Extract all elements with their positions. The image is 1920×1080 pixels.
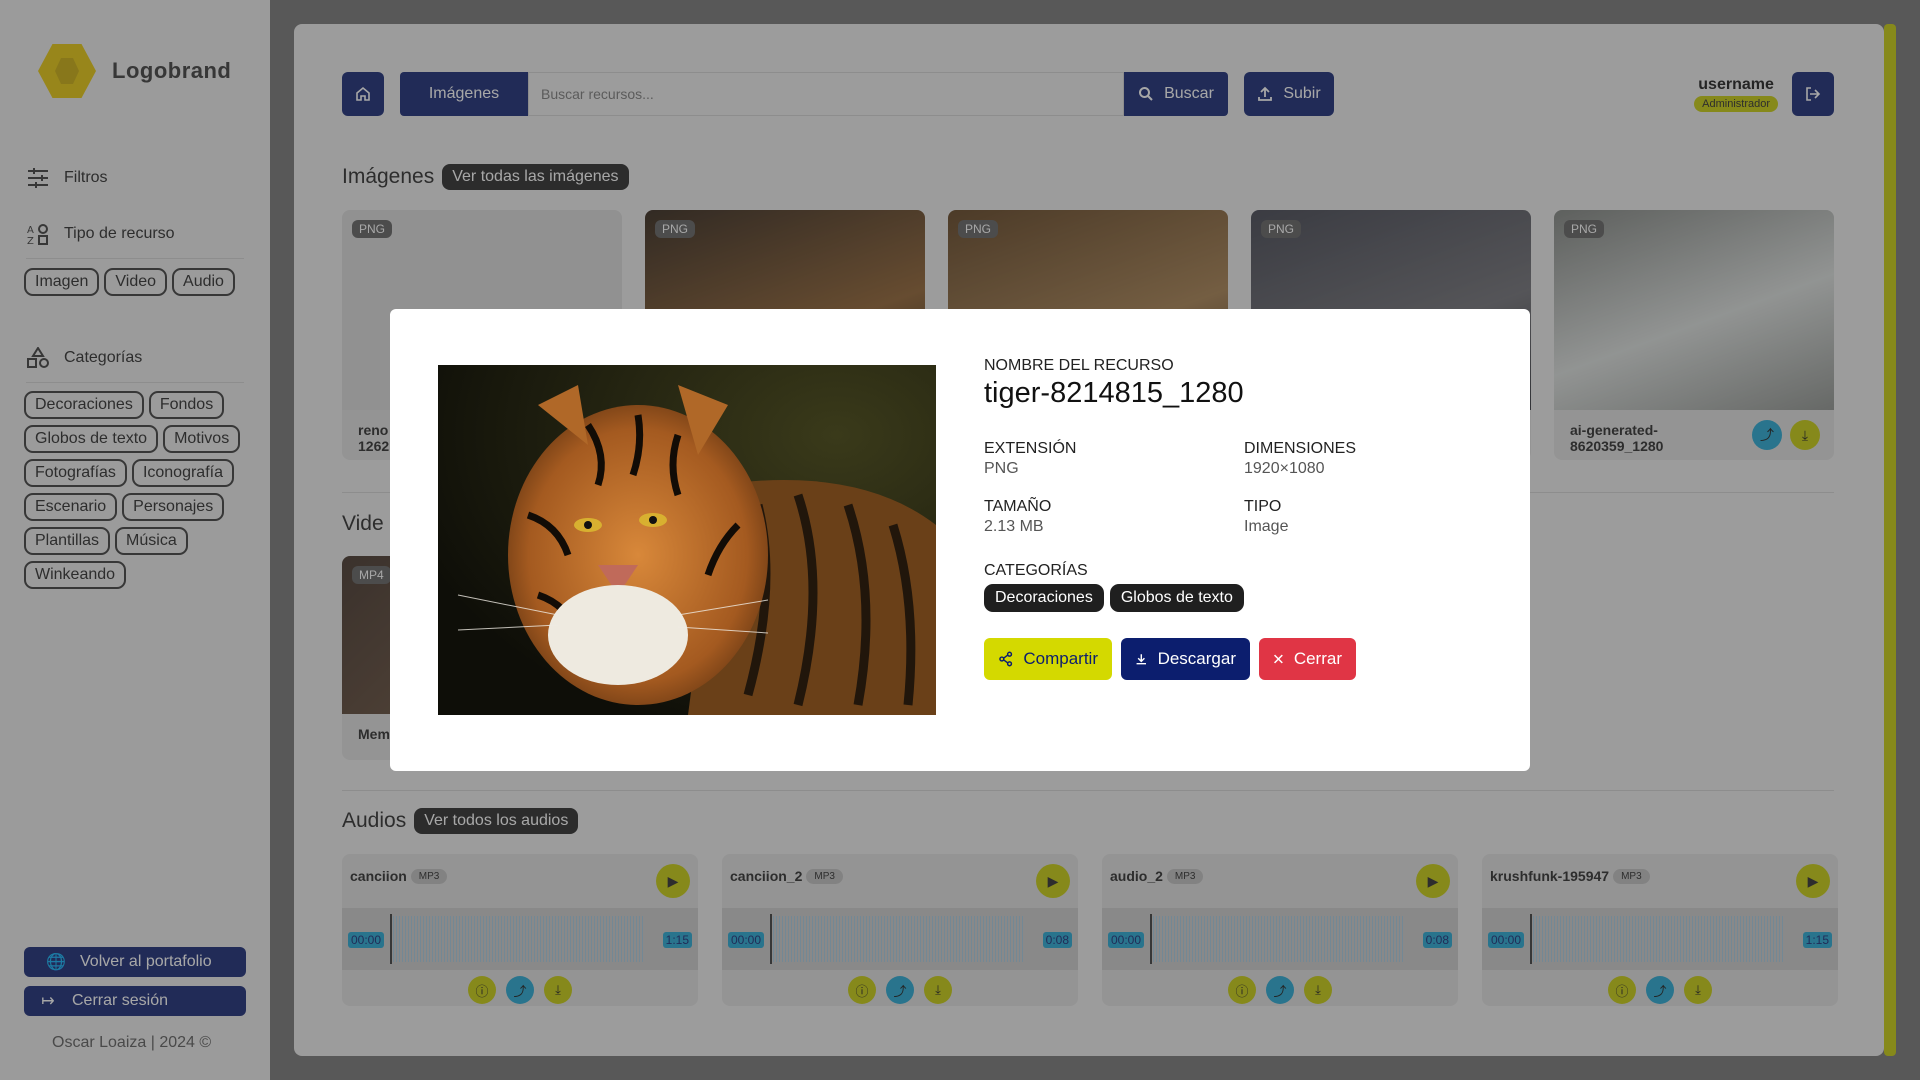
dimensions-label: DIMENSIONES	[1244, 440, 1357, 457]
extension-value: PNG	[984, 460, 1019, 477]
resource-details: NOMBRE DEL RECURSO tiger-8214815_1280 EX…	[984, 357, 1484, 680]
resource-name: tiger-8214815_1280	[984, 377, 1244, 409]
share-icon	[999, 651, 1013, 667]
size-value: 2.13 MB	[984, 518, 1044, 535]
category-tag: Globos de texto	[1109, 584, 1244, 612]
extension-field: EXTENSIÓN PNG	[984, 440, 1244, 478]
resource-name-label: NOMBRE DEL RECURSO	[984, 357, 1174, 374]
share-button[interactable]: Compartir	[984, 638, 1112, 680]
close-button-label: Cerrar	[1293, 649, 1342, 668]
download-button[interactable]: Descargar	[1121, 638, 1250, 680]
download-button-label: Descargar	[1157, 649, 1236, 668]
dimensions-value: 1920×1080	[1244, 460, 1325, 477]
dimensions-field: DIMENSIONES 1920×1080	[1244, 440, 1484, 478]
tiger-image	[438, 365, 936, 715]
size-label: TAMAÑO	[984, 498, 1052, 515]
close-button[interactable]: Cerrar	[1259, 638, 1356, 680]
modal-actions: Compartir Descargar Cerrar	[984, 638, 1484, 680]
extension-label: EXTENSIÓN	[984, 440, 1077, 457]
close-icon	[1273, 654, 1283, 664]
size-field: TAMAÑO 2.13 MB	[984, 498, 1244, 536]
resource-preview-image	[438, 365, 936, 715]
resource-properties: EXTENSIÓN PNG DIMENSIONES 1920×1080 TAMA…	[984, 440, 1484, 536]
type-value: Image	[1244, 518, 1289, 535]
categories-label: CATEGORÍAS	[984, 562, 1088, 579]
category-tag: Decoraciones	[984, 584, 1104, 612]
share-button-label: Compartir	[1023, 649, 1098, 668]
type-field: TIPO Image	[1244, 498, 1484, 536]
type-label: TIPO	[1244, 498, 1282, 515]
download-icon	[1136, 654, 1147, 665]
resource-detail-modal: NOMBRE DEL RECURSO tiger-8214815_1280 EX…	[390, 309, 1530, 771]
resource-categories: Decoraciones Globos de texto	[984, 584, 1484, 612]
